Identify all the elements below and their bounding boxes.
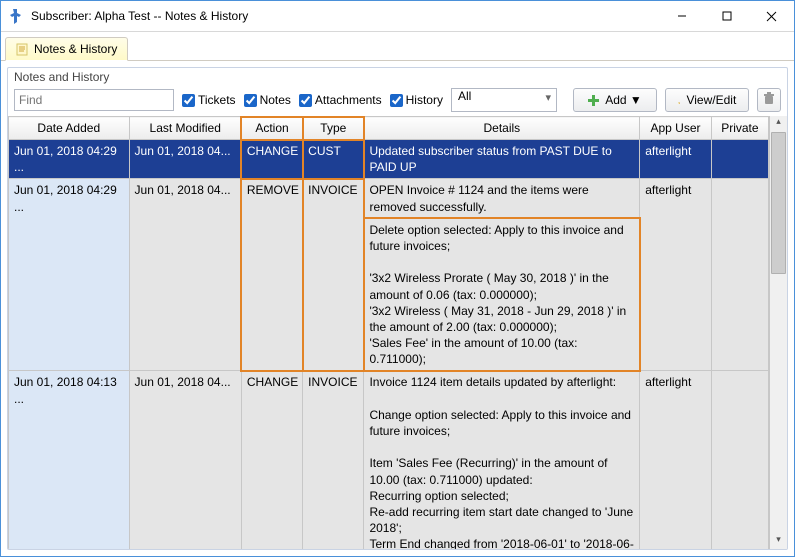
notes-checkbox[interactable]: Notes	[244, 93, 291, 107]
table-header-row: Date Added Last Modified Action Type Det…	[9, 117, 769, 140]
cell-private	[711, 140, 768, 179]
attachments-checkbox[interactable]: Attachments	[299, 93, 382, 107]
window-title: Subscriber: Alpha Test -- Notes & Histor…	[31, 9, 659, 23]
cell-last-modified: Jun 01, 2018 04...	[129, 371, 241, 549]
col-details[interactable]: Details	[364, 117, 640, 140]
cell-action: CHANGE	[241, 371, 302, 549]
cell-last-modified: Jun 01, 2018 04...	[129, 179, 241, 371]
table-row[interactable]: Jun 01, 2018 04:13 ... Jun 01, 2018 04..…	[9, 371, 769, 549]
scroll-thumb[interactable]	[771, 132, 786, 274]
table-row[interactable]: Jun 01, 2018 04:29 ... Jun 01, 2018 04..…	[9, 179, 769, 218]
tickets-label: Tickets	[198, 93, 236, 107]
cell-date-added: Jun 01, 2018 04:29 ...	[9, 140, 130, 179]
cell-type: INVOICE	[303, 371, 364, 549]
tabstrip: Notes & History	[1, 32, 794, 61]
find-input[interactable]	[14, 89, 174, 111]
cell-details: Updated subscriber status from PAST DUE …	[364, 140, 640, 179]
cell-app-user: afterlight	[640, 371, 712, 549]
filter-value: All	[458, 89, 471, 103]
col-private[interactable]: Private	[711, 117, 768, 140]
view-edit-button[interactable]: View/Edit	[665, 88, 749, 112]
vertical-scrollbar[interactable]: ▴ ▾	[769, 116, 787, 549]
view-edit-label: View/Edit	[686, 93, 736, 107]
minimize-button[interactable]	[659, 1, 704, 31]
cell-details: Invoice 1124 item details updated by aft…	[364, 371, 640, 549]
cell-date-added: Jun 01, 2018 04:13 ...	[9, 371, 130, 549]
cell-app-user: afterlight	[640, 140, 712, 179]
add-label: Add ▼	[605, 93, 642, 107]
filter-dropdown[interactable]: All	[451, 88, 557, 112]
add-button[interactable]: Add ▼	[573, 88, 657, 112]
tab-label: Notes & History	[34, 42, 117, 56]
history-table: Date Added Last Modified Action Type Det…	[8, 116, 769, 549]
cell-type: INVOICE	[303, 179, 364, 371]
plus-icon	[588, 95, 599, 106]
cell-last-modified: Jun 01, 2018 04...	[129, 140, 241, 179]
col-action[interactable]: Action	[241, 117, 302, 140]
cell-details: OPEN Invoice # 1124 and the items were r…	[364, 179, 640, 218]
table-row[interactable]: Jun 01, 2018 04:29 ... Jun 01, 2018 04..…	[9, 140, 769, 179]
app-icon	[9, 8, 25, 24]
cell-details-extra: Delete option selected: Apply to this in…	[364, 218, 640, 371]
section-label: Notes and History	[8, 68, 787, 84]
app-window: Subscriber: Alpha Test -- Notes & Histor…	[0, 0, 795, 557]
col-type[interactable]: Type	[303, 117, 364, 140]
toolbar: Tickets Notes Attachments History All Ad…	[8, 84, 787, 116]
tickets-checkbox[interactable]: Tickets	[182, 93, 236, 107]
maximize-button[interactable]	[704, 1, 749, 31]
cell-action: REMOVE	[241, 179, 302, 371]
grid: Date Added Last Modified Action Type Det…	[8, 116, 787, 549]
notes-label: Notes	[260, 93, 291, 107]
col-last-modified[interactable]: Last Modified	[129, 117, 241, 140]
cell-type: CUST	[303, 140, 364, 179]
history-label: History	[406, 93, 443, 107]
close-button[interactable]	[749, 1, 794, 31]
notes-icon	[16, 42, 30, 56]
cell-private	[711, 179, 768, 371]
trash-icon	[762, 92, 776, 109]
col-app-user[interactable]: App User	[640, 117, 712, 140]
attachments-label: Attachments	[315, 93, 382, 107]
scroll-up-arrow[interactable]: ▴	[770, 116, 787, 131]
scroll-down-arrow[interactable]: ▾	[770, 534, 787, 549]
history-checkbox[interactable]: History	[390, 93, 443, 107]
tab-notes-history[interactable]: Notes & History	[5, 37, 128, 61]
cell-app-user: afterlight	[640, 179, 712, 371]
window-buttons	[659, 1, 794, 31]
titlebar: Subscriber: Alpha Test -- Notes & Histor…	[1, 1, 794, 32]
pencil-icon	[678, 93, 681, 107]
cell-action: CHANGE	[241, 140, 302, 179]
trash-button[interactable]	[757, 88, 781, 112]
cell-private	[711, 371, 768, 549]
content-panel: Notes and History Tickets Notes Attachme…	[7, 67, 788, 550]
cell-date-added: Jun 01, 2018 04:29 ...	[9, 179, 130, 371]
col-date-added[interactable]: Date Added	[9, 117, 130, 140]
